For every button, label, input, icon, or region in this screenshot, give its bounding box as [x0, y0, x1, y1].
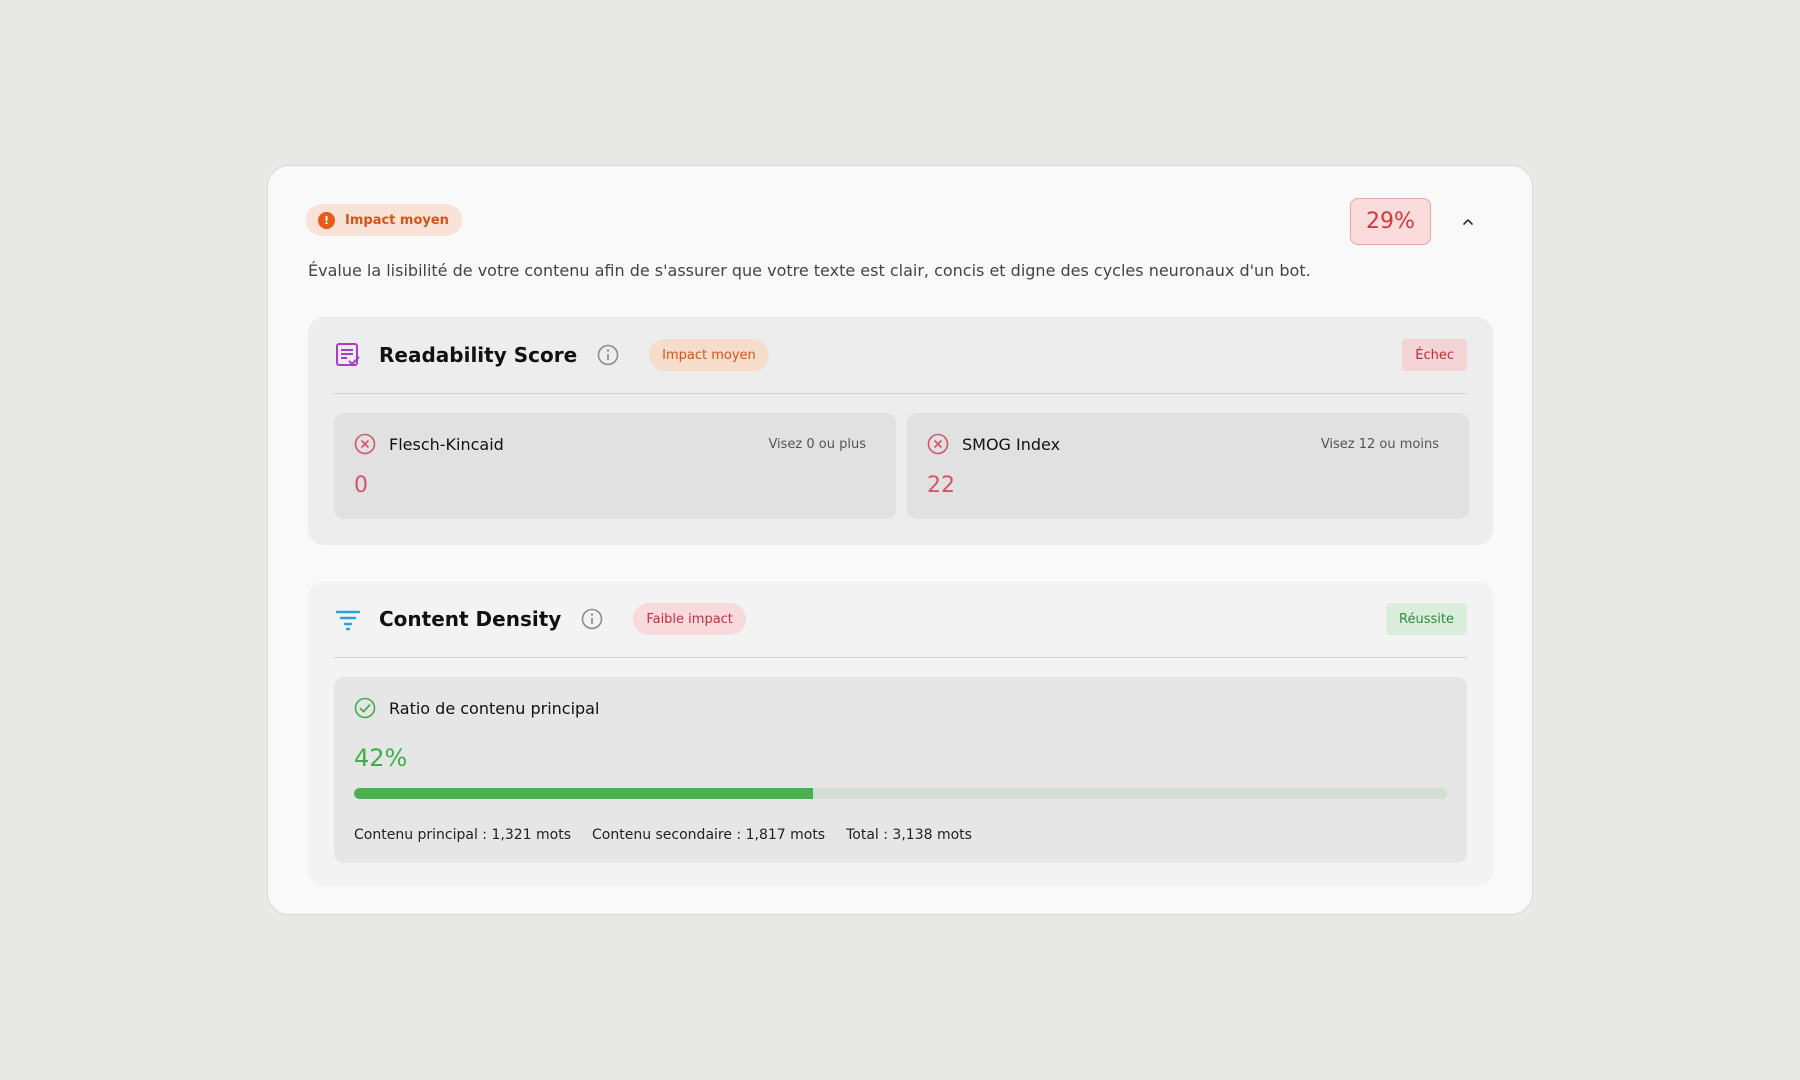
density-impact-badge: Faible impact	[633, 603, 746, 635]
readability-impact-badge: Impact moyen	[649, 339, 769, 371]
metric-name: Flesch-Kincaid	[389, 434, 504, 454]
collapse-button[interactable]	[1454, 208, 1482, 236]
metric-target: Visez 0 ou plus	[768, 436, 866, 452]
readability-status-badge: Échec	[1402, 339, 1467, 371]
content-density-section: Content Density Faible impact Réussite R…	[308, 581, 1493, 886]
main-content-ratio-card: Ratio de contenu principal 42% Contenu p…	[334, 677, 1467, 863]
flesch-kincaid-card: Flesch-Kincaid Visez 0 ou plus 0	[334, 413, 896, 519]
ratio-value: 42%	[354, 744, 408, 772]
ratio-label: Ratio de contenu principal	[389, 698, 600, 718]
total-content-count: Total : 3,138 mots	[846, 827, 972, 843]
secondary-content-count: Contenu secondaire : 1,817 mots	[592, 827, 826, 843]
readability-audit-card: ! Impact moyen 29% Évalue la lisibilité …	[267, 165, 1533, 915]
exclamation-circle-icon: !	[318, 211, 335, 229]
x-circle-icon	[927, 433, 949, 455]
impact-badge: ! Impact moyen	[306, 204, 462, 236]
impact-badge-label: Impact moyen	[345, 212, 449, 228]
readability-title: Readability Score	[379, 343, 578, 367]
density-status-badge: Réussite	[1386, 603, 1467, 635]
density-section-header: Content Density Faible impact Réussite	[334, 581, 1467, 658]
info-icon[interactable]	[597, 344, 619, 366]
metric-value: 0	[354, 473, 368, 498]
card-description: Évalue la lisibilité de votre contenu af…	[308, 261, 1311, 280]
smog-index-card: SMOG Index Visez 12 ou moins 22	[907, 413, 1469, 519]
x-circle-icon	[354, 433, 376, 455]
readability-section: Readability Score Impact moyen Échec Fle…	[308, 317, 1493, 545]
filter-icon	[334, 605, 362, 633]
ratio-progress-fill	[354, 788, 814, 799]
readability-section-header: Readability Score Impact moyen Échec	[334, 317, 1467, 394]
ratio-stats: Contenu principal : 1,321 mots Contenu s…	[354, 827, 993, 843]
checklist-document-icon	[334, 341, 362, 369]
chevron-up-icon	[1463, 219, 1473, 225]
metric-value: 22	[927, 473, 955, 498]
main-content-count: Contenu principal : 1,321 mots	[354, 827, 571, 843]
density-title: Content Density	[379, 607, 562, 631]
ratio-progress-bar	[354, 788, 1447, 799]
check-circle-icon	[354, 697, 376, 719]
info-icon[interactable]	[581, 608, 603, 630]
metric-name: SMOG Index	[962, 434, 1061, 454]
overall-score-badge: 29%	[1350, 198, 1431, 245]
metric-target: Visez 12 ou moins	[1320, 436, 1439, 452]
